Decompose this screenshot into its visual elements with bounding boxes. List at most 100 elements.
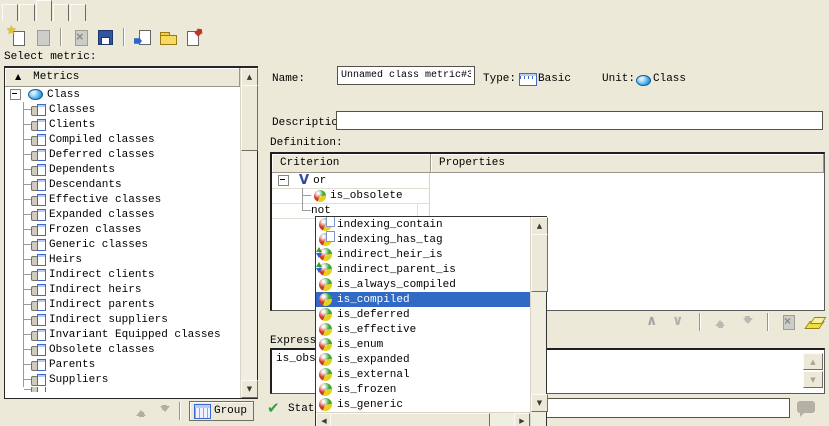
duplicate-metric-button[interactable] [31, 26, 53, 48]
tree-item-label: Dependents [49, 164, 115, 176]
criterion-pie-icon [319, 308, 332, 321]
collapse-toggle-icon[interactable] [10, 89, 21, 100]
tab-metric-archive[interactable] [70, 4, 86, 21]
tree-item[interactable]: Generic classes [5, 237, 240, 252]
name-label: Name: [272, 73, 305, 85]
status-input[interactable] [531, 398, 790, 418]
tree-item[interactable]: Indirect suppliers [5, 312, 240, 327]
tree-item[interactable]: Indirect clients [5, 267, 240, 282]
collapse-toggle-icon[interactable] [278, 175, 289, 186]
open-folder-button[interactable] [157, 26, 179, 48]
new-metric-icon [8, 28, 26, 46]
tree-item[interactable]: Compiled classes [5, 132, 240, 147]
tree-item[interactable]: Expanded classes [5, 207, 240, 222]
scroll-down-icon[interactable]: ▼ [531, 394, 548, 412]
tree-item[interactable]: Invariant Equipped classes [5, 327, 240, 342]
metrics-column-header[interactable]: ▲ Metrics [5, 68, 240, 87]
new-metric-button[interactable] [6, 26, 28, 48]
group-toggle-button[interactable]: Group [189, 401, 254, 421]
column-header-criterion[interactable]: Criterion [272, 154, 431, 173]
dropdown-item-label: is_frozen [337, 384, 396, 396]
spin-down-icon[interactable]: ▼ [803, 371, 823, 388]
move-metric-down-icon[interactable] [157, 404, 171, 418]
move-down-button[interactable] [737, 312, 757, 332]
tab-metric-definition[interactable] [36, 0, 52, 21]
tree-item[interactable]: Heirs [5, 252, 240, 267]
dropdown-item[interactable]: indirect_heir_is [316, 247, 530, 262]
metric-icon [31, 239, 47, 251]
spin-up-icon[interactable]: ▲ [803, 353, 823, 370]
scroll-up-icon[interactable]: ▲ [531, 217, 548, 235]
tree-item[interactable]: Classes [5, 102, 240, 117]
tree-item[interactable]: Descendants [5, 177, 240, 192]
dropdown-item[interactable]: is_expanded [316, 352, 530, 367]
arrow-up-icon [712, 313, 730, 331]
dropdown-item-label: indirect_parent_is [337, 264, 456, 276]
criterion-row-or[interactable]: V or [272, 173, 326, 188]
tree-item[interactable]: Frozen classes [5, 222, 240, 237]
criterion-row-is-obsolete[interactable]: is_obsolete [272, 188, 403, 203]
dropdown-item-label: is_effective [337, 324, 416, 336]
tree-item[interactable]: Indirect heirs [5, 282, 240, 297]
tab-metric-history[interactable] [53, 4, 69, 21]
name-input[interactable] [337, 66, 475, 85]
delete-criterion-button[interactable] [779, 312, 799, 332]
tree-item[interactable]: Deferred classes [5, 147, 240, 162]
scroll-right-icon[interactable]: ▶ [514, 413, 530, 426]
scrollbar-thumb[interactable] [531, 234, 548, 292]
tree-item[interactable]: Suppliers [5, 372, 240, 387]
description-input[interactable] [336, 111, 823, 130]
scrollbar-thumb[interactable] [330, 413, 490, 426]
export-metrics-button[interactable] [182, 26, 204, 48]
tree-item[interactable]: Effective classes [5, 192, 240, 207]
dropdown-item[interactable]: is_deferred [316, 307, 530, 322]
insert-or-button[interactable] [669, 312, 689, 332]
dropdown-item[interactable]: is_frozen [316, 382, 530, 397]
save-metric-button[interactable] [94, 26, 116, 48]
tree-item-class-root[interactable]: Class [5, 87, 240, 102]
dropdown-item[interactable]: indexing_contain [316, 217, 530, 232]
metric-tree: ▲ Metrics Class Classes [4, 66, 258, 399]
dropdown-item[interactable]: is_enum [316, 337, 530, 352]
tree-scrollbar[interactable]: ▲ ▼ [240, 68, 257, 398]
dropdown-item[interactable]: is_generic [316, 397, 530, 412]
dropdown-item[interactable]: indexing_has_tag [316, 232, 530, 247]
metric-icon [31, 164, 47, 176]
metric-icon [31, 119, 47, 131]
remove-metric-button[interactable] [69, 26, 91, 48]
dropdown-item[interactable]: is_effective [316, 322, 530, 337]
move-metric-up-icon[interactable] [135, 404, 149, 418]
criterion-pie-icon [319, 398, 332, 411]
tree-connector [17, 357, 31, 372]
tree-item[interactable] [5, 387, 240, 392]
metric-icon [31, 329, 47, 341]
tree-item[interactable]: Obsolete classes [5, 342, 240, 357]
scroll-up-icon[interactable]: ▲ [241, 68, 258, 86]
tree-item[interactable]: Indirect parents [5, 297, 240, 312]
dropdown-item[interactable]: is_external [316, 367, 530, 382]
column-header-properties[interactable]: Properties [431, 154, 824, 173]
dropdown-vertical-scrollbar[interactable]: ▲ ▼ [530, 217, 546, 426]
definition-table-header: Criterion Properties [272, 154, 824, 173]
tab-detailed-result[interactable] [19, 4, 35, 21]
scrollbar-thumb[interactable] [241, 85, 258, 151]
tree-connector [17, 252, 31, 267]
tree-item[interactable]: Parents [5, 357, 240, 372]
move-up-button[interactable] [711, 312, 731, 332]
tab-metric-evaluation[interactable] [2, 4, 18, 21]
dropdown-item[interactable]: is_always_compiled [316, 277, 530, 292]
scroll-down-icon[interactable]: ▼ [241, 380, 258, 398]
dropdown-horizontal-scrollbar[interactable]: ◀ ▶ [316, 412, 530, 426]
erase-button[interactable] [805, 312, 825, 332]
comment-bubble-icon[interactable] [797, 401, 815, 413]
tree-connector [296, 188, 314, 203]
tree-item-label: Indirect clients [49, 269, 155, 281]
tree-item[interactable]: Dependents [5, 162, 240, 177]
dropdown-item[interactable]: is_compiled [316, 292, 530, 307]
dropdown-item-label: indexing_contain [337, 219, 443, 231]
insert-and-button[interactable] [643, 312, 663, 332]
tree-item[interactable]: Clients [5, 117, 240, 132]
dropdown-item[interactable]: indirect_parent_is [316, 262, 530, 277]
import-metrics-button[interactable] [132, 26, 154, 48]
metric-icon [31, 387, 47, 392]
